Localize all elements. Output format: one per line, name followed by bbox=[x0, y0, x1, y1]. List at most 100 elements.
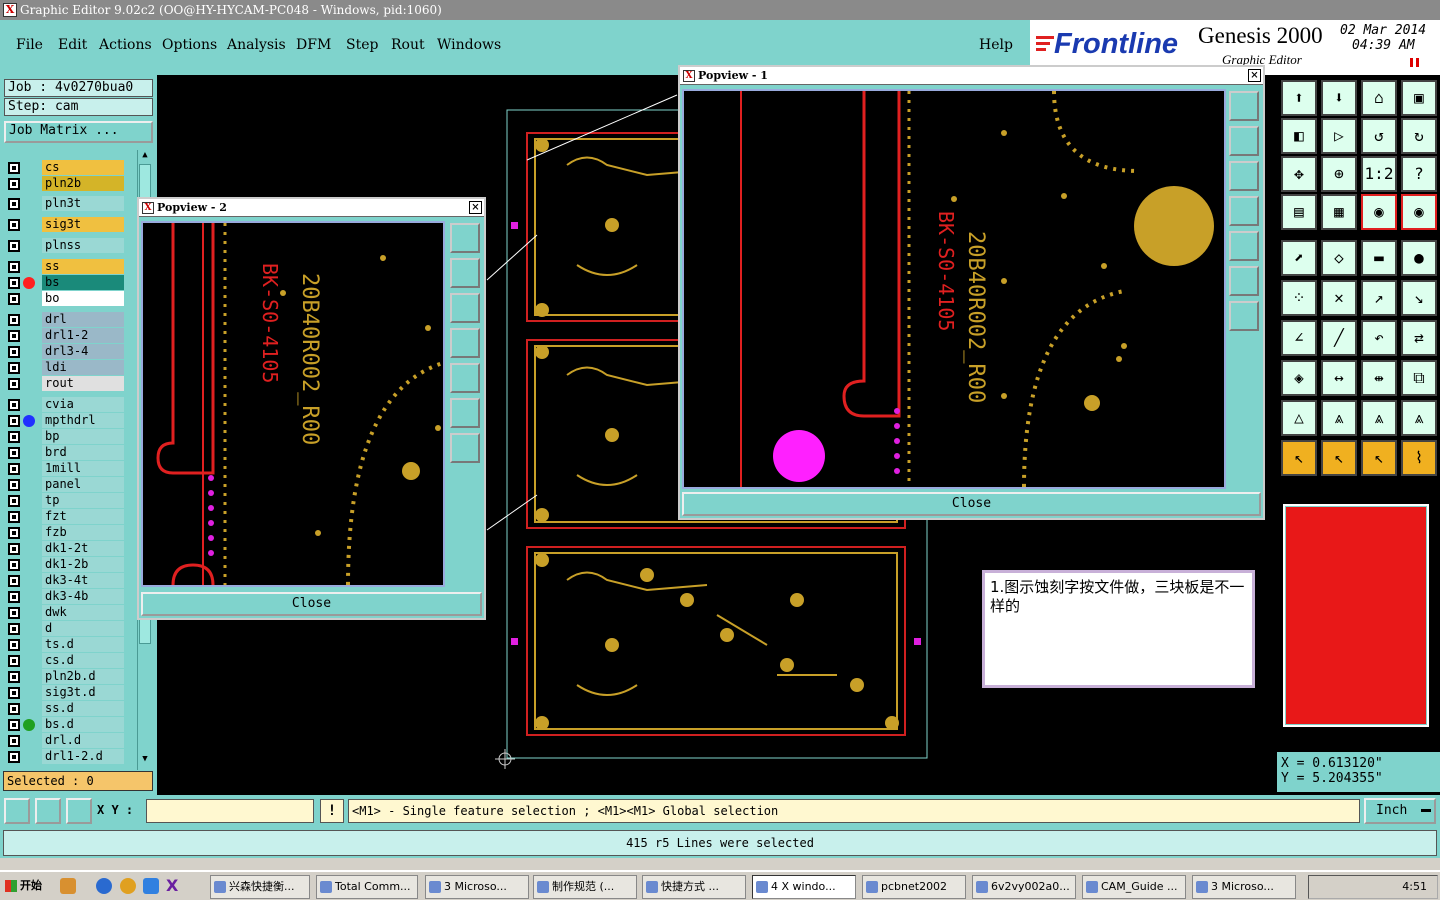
popview-1-pan-up-button[interactable] bbox=[1229, 126, 1259, 156]
taskbar-item[interactable]: 3 Microso... bbox=[425, 875, 529, 899]
layer-row-bs[interactable]: bs bbox=[4, 275, 124, 291]
layer-checkbox[interactable] bbox=[8, 378, 20, 390]
tool-group-icon[interactable]: ⧉ bbox=[1401, 360, 1437, 396]
layer-row-dk3-4t[interactable]: dk3-4t bbox=[4, 573, 124, 589]
layer-name[interactable]: drl1-2 bbox=[42, 328, 124, 343]
layer-checkbox[interactable] bbox=[8, 261, 20, 273]
popview-1-close-icon[interactable]: × bbox=[1248, 69, 1261, 82]
layer-name[interactable]: ss bbox=[42, 259, 124, 274]
taskbar-item[interactable]: 4 X windo... bbox=[752, 875, 856, 899]
layer-row-bs-d[interactable]: bs.d bbox=[4, 717, 124, 733]
taskbar-item[interactable]: 6v2vy002a0... bbox=[972, 875, 1076, 899]
layer-checkbox[interactable] bbox=[8, 346, 20, 358]
layer-row-ldi[interactable]: ldi bbox=[4, 360, 124, 376]
layer-name[interactable]: drl bbox=[42, 312, 124, 327]
popview-2-pan-left-button[interactable] bbox=[450, 328, 480, 358]
layer-checkbox[interactable] bbox=[8, 719, 20, 731]
popview-1-viewport[interactable]: BK-S0-4105 20B40R002_R00 bbox=[682, 89, 1226, 489]
layer-row-pln2b-d[interactable]: pln2b.d bbox=[4, 669, 124, 685]
layer-row-cs-d[interactable]: cs.d bbox=[4, 653, 124, 669]
layer-checkbox[interactable] bbox=[8, 362, 20, 374]
menu-help[interactable]: Help bbox=[979, 37, 1013, 53]
tool-scale-icon[interactable]: 1:2 bbox=[1361, 156, 1397, 192]
layer-row-plnss[interactable]: plnss bbox=[4, 238, 124, 254]
tool-help-icon[interactable]: ? bbox=[1401, 156, 1437, 192]
layer-checkbox[interactable] bbox=[8, 591, 20, 603]
tool-save-icon[interactable]: ⬇ bbox=[1321, 80, 1357, 116]
layer-name[interactable]: bp bbox=[42, 429, 124, 444]
popview-2-pan-up-button[interactable] bbox=[450, 258, 480, 288]
layer-row-drl1-2-d[interactable]: drl1-2.d bbox=[4, 749, 124, 765]
app-x-icon[interactable]: X bbox=[3, 3, 17, 17]
tool-toggle-icon[interactable]: ↻ bbox=[1401, 118, 1437, 154]
layer-checkbox[interactable] bbox=[8, 447, 20, 459]
taskbar-item[interactable]: 快捷方式 ... bbox=[642, 875, 746, 899]
layer-name[interactable]: cs bbox=[42, 160, 124, 175]
layer-checkbox[interactable] bbox=[8, 293, 20, 305]
layer-checkbox[interactable] bbox=[8, 495, 20, 507]
layer-name[interactable]: ldi bbox=[42, 360, 124, 375]
tool-select3-icon[interactable]: ↖ bbox=[1361, 440, 1397, 476]
layer-checkbox[interactable] bbox=[8, 703, 20, 715]
layer-row-drl1-2[interactable]: drl1-2 bbox=[4, 328, 124, 344]
layer-row-bp[interactable]: bp bbox=[4, 429, 124, 445]
layer-row-1mill[interactable]: 1mill bbox=[4, 461, 124, 477]
browser-icon[interactable] bbox=[143, 878, 159, 894]
layer-name[interactable]: drl1-2.d bbox=[42, 749, 124, 764]
popview-1-pan-right-button[interactable] bbox=[1229, 231, 1259, 261]
tool-select-icon[interactable]: ↖ bbox=[1281, 440, 1317, 476]
popview-1-pan-left-button[interactable] bbox=[1229, 196, 1259, 226]
units-selector[interactable]: Inch bbox=[1364, 798, 1436, 824]
layer-row-rout[interactable]: rout bbox=[4, 376, 124, 392]
measure-icon[interactable] bbox=[35, 798, 61, 824]
tool-center-icon[interactable]: ⊕ bbox=[1321, 156, 1357, 192]
tool-move-icon[interactable]: ↗ bbox=[1361, 280, 1397, 316]
layer-checkbox[interactable] bbox=[8, 240, 20, 252]
alert-icon[interactable]: ! bbox=[320, 799, 344, 823]
layer-row-ts-d[interactable]: ts.d bbox=[4, 637, 124, 653]
layer-row-dk1-2b[interactable]: dk1-2b bbox=[4, 557, 124, 573]
layer-row-fzt[interactable]: fzt bbox=[4, 509, 124, 525]
tool-arc-icon[interactable]: ↶ bbox=[1361, 320, 1397, 356]
quicklaunch-icon[interactable] bbox=[60, 878, 76, 894]
layer-name[interactable]: 1mill bbox=[42, 461, 124, 476]
tool-line-icon[interactable]: ∠ bbox=[1281, 320, 1317, 356]
layer-row-drl[interactable]: drl bbox=[4, 312, 124, 328]
popview-2-zoom-out-button[interactable] bbox=[450, 433, 480, 463]
layer-name[interactable]: panel bbox=[42, 477, 124, 492]
tool-open-icon[interactable]: ⬆ bbox=[1281, 80, 1317, 116]
tool-home-icon[interactable]: ⌂ bbox=[1361, 80, 1397, 116]
layer-row-brd[interactable]: brd bbox=[4, 445, 124, 461]
layer-checkbox[interactable] bbox=[8, 735, 20, 747]
layer-row-ss[interactable]: ss bbox=[4, 259, 124, 275]
popview-1-zoom-home-button[interactable] bbox=[1229, 91, 1259, 121]
x-app-icon[interactable]: X bbox=[166, 876, 182, 896]
tool-tri-c-icon[interactable]: ⩓ bbox=[1361, 400, 1397, 436]
menu-options[interactable]: Options bbox=[162, 37, 217, 53]
layer-checkbox[interactable] bbox=[8, 198, 20, 210]
layer-checkbox[interactable] bbox=[8, 751, 20, 763]
layer-name[interactable]: drl3-4 bbox=[42, 344, 124, 359]
layer-checkbox[interactable] bbox=[8, 330, 20, 342]
layer-checkbox[interactable] bbox=[8, 219, 20, 231]
zoom-window-icon[interactable] bbox=[4, 798, 30, 824]
tool-tri-d-icon[interactable]: ⩓ bbox=[1401, 400, 1437, 436]
popview-2-close-button[interactable]: Close bbox=[141, 592, 482, 616]
tool-layers-icon[interactable]: ◉ bbox=[1361, 194, 1397, 230]
tool-flip-icon[interactable]: ⇄ bbox=[1401, 320, 1437, 356]
layer-row-panel[interactable]: panel bbox=[4, 477, 124, 493]
tool-redo-icon[interactable]: ▷ bbox=[1321, 118, 1357, 154]
layer-row-drl3-4[interactable]: drl3-4 bbox=[4, 344, 124, 360]
menu-analysis[interactable]: Analysis bbox=[227, 37, 286, 53]
layer-checkbox[interactable] bbox=[8, 639, 20, 651]
popview-2-pan-down-button[interactable] bbox=[450, 293, 480, 323]
popview-2-close-icon[interactable]: × bbox=[469, 201, 482, 214]
start-button[interactable]: 开始 bbox=[2, 875, 52, 899]
layer-name[interactable]: pln2b bbox=[42, 176, 124, 191]
tool-dot-icon[interactable]: ● bbox=[1401, 240, 1437, 276]
menu-file[interactable]: File bbox=[16, 37, 43, 53]
tool-edit-icon[interactable]: ╱ bbox=[1321, 320, 1357, 356]
layer-checkbox[interactable] bbox=[8, 543, 20, 555]
tool-layers2-icon[interactable]: ◉ bbox=[1401, 194, 1437, 230]
layer-name[interactable]: bo bbox=[42, 291, 124, 306]
